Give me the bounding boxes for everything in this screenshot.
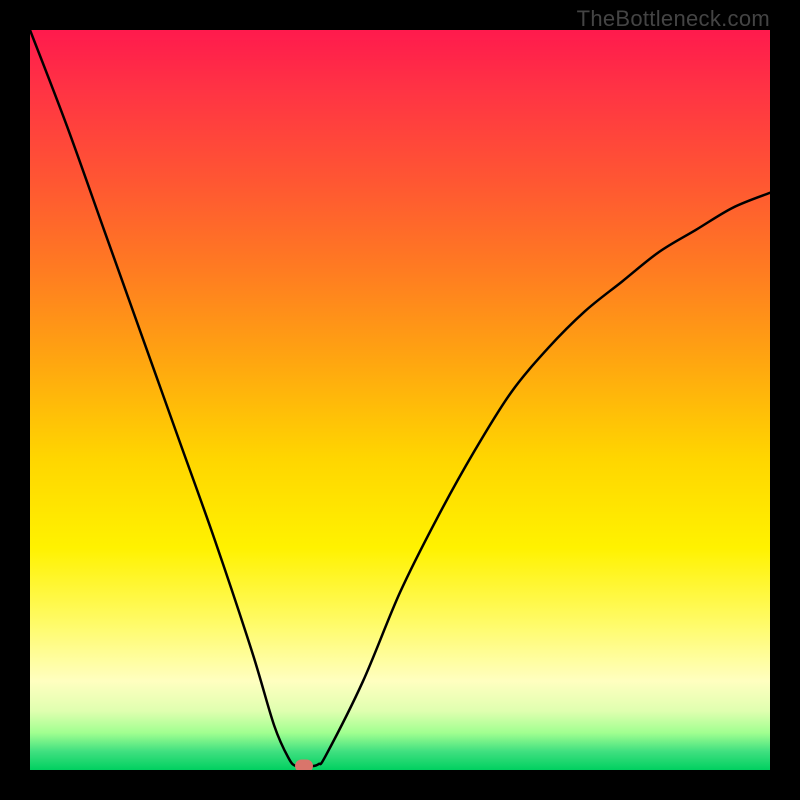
bottleneck-curve bbox=[30, 30, 770, 767]
minimum-marker-dot bbox=[295, 760, 313, 770]
chart-curve-svg bbox=[30, 30, 770, 770]
watermark-text: TheBottleneck.com bbox=[577, 6, 770, 32]
chart-frame bbox=[30, 30, 770, 770]
